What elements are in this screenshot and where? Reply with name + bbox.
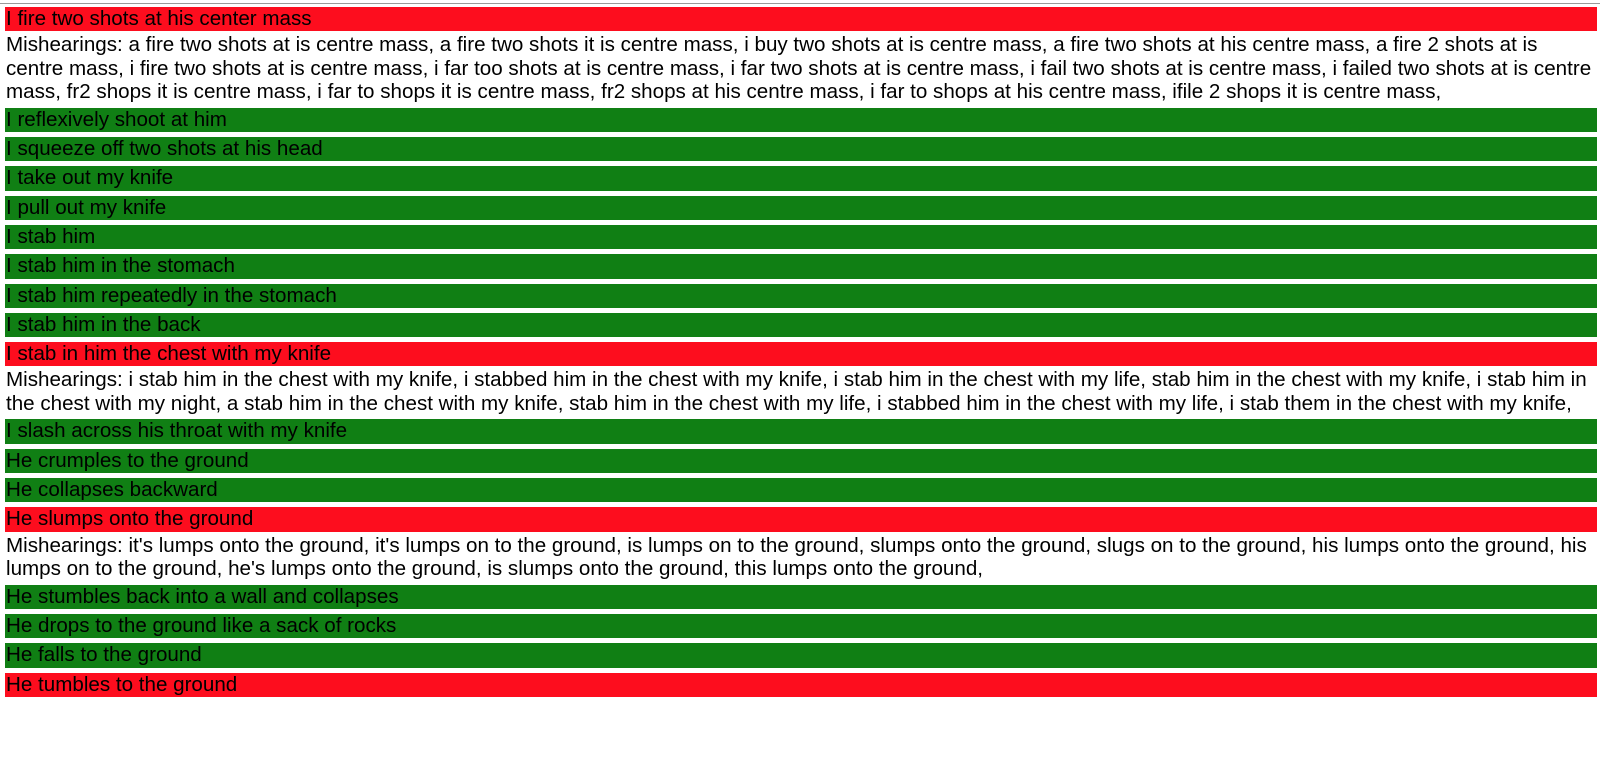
- mishearings-label: Mishearings:: [6, 368, 129, 392]
- mishearings-text: Mishearings: i stab him in the chest wit…: [5, 368, 1597, 415]
- mishearings-list: a fire two shots at is centre mass, a fi…: [6, 33, 1592, 104]
- phrase-row-recognized: I stab him: [5, 224, 1597, 250]
- phrase-row-recognized: I reflexively shoot at him: [5, 107, 1597, 133]
- mishearings-label: Mishearings:: [6, 533, 129, 557]
- phrase-row-recognized: He falls to the ground: [5, 643, 1597, 668]
- mishearings-list: it's lumps onto the ground, it's lumps o…: [6, 533, 1587, 581]
- mishearings-text: Mishearings: it's lumps onto the ground,…: [5, 534, 1597, 581]
- phrase-row-misheard: He slumps onto the ground: [5, 507, 1597, 532]
- phrase-row-recognized: He crumples to the ground: [5, 448, 1597, 474]
- mishearings-label: Mishearings:: [6, 33, 129, 57]
- phrase-row-recognized: He drops to the ground like a sack of ro…: [5, 613, 1597, 639]
- phrase-row-recognized: I pull out my knife: [5, 195, 1597, 220]
- top-divider: [0, 3, 1600, 4]
- phrase-row-recognized: I slash across his throat with my knife: [5, 419, 1597, 444]
- phrase-row-recognized: He collapses backward: [5, 478, 1597, 503]
- phrase-row-recognized: I squeeze off two shots at his head: [5, 137, 1597, 162]
- recognition-results-page: I fire two shots at his center mass Mishe…: [0, 0, 1600, 782]
- phrase-row-misheard: He tumbles to the ground: [5, 672, 1597, 697]
- phrase-row-recognized: I stab him in the stomach: [5, 254, 1597, 279]
- phrase-row-recognized: I stab him in the back: [5, 312, 1597, 338]
- mishearings-list: i stab him in the chest with my knife, i…: [6, 368, 1587, 415]
- phrase-row-recognized: I take out my knife: [5, 166, 1597, 191]
- phrase-row-misheard: I stab in him the chest with my knife: [5, 342, 1597, 367]
- phrase-row-recognized: He stumbles back into a wall and collaps…: [5, 584, 1597, 609]
- phrase-row-recognized: I stab him repeatedly in the stomach: [5, 283, 1597, 308]
- phrase-row-misheard: I fire two shots at his center mass: [5, 7, 1597, 32]
- mishearings-text: Mishearings: a fire two shots at is cent…: [5, 33, 1597, 104]
- phrase-list: I fire two shots at his center mass Mishe…: [5, 7, 1597, 702]
